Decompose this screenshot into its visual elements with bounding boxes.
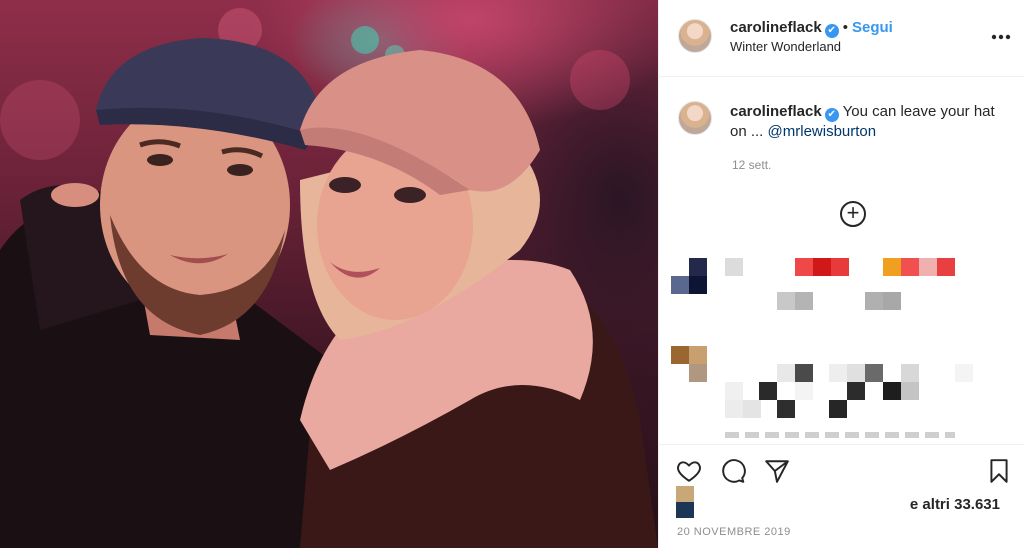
pixel-block [865, 364, 883, 382]
post-photo[interactable] [0, 0, 658, 548]
post-header: carolineflack ✔ • Segui Winter Wonderland [659, 0, 1024, 77]
caption-timestamp[interactable]: 12 sett. [732, 158, 771, 172]
pixel-block [676, 486, 694, 502]
pixel-block [795, 364, 813, 382]
caption-avatar[interactable] [678, 101, 712, 135]
pixel-block [937, 258, 955, 276]
pixel-block [795, 382, 813, 400]
pixel-block [671, 276, 689, 294]
pixel-block [847, 382, 865, 400]
pixel-block [725, 432, 955, 438]
pixel-block [847, 364, 865, 382]
pixel-block [671, 346, 689, 364]
pixel-block [689, 258, 707, 276]
verified-badge-icon: ✔ [824, 24, 839, 38]
pixel-block [955, 364, 973, 382]
pixel-block [671, 258, 689, 276]
pixel-block [689, 346, 707, 364]
separator-dot: • [842, 19, 848, 36]
pixel-block [901, 382, 919, 400]
pixel-block [919, 258, 937, 276]
likes-count[interactable]: e altri 33.631 [910, 496, 1000, 513]
paper-plane-icon[interactable] [764, 458, 792, 486]
more-horizontal-icon[interactable] [991, 24, 1011, 44]
pixel-block [883, 382, 901, 400]
follow-button[interactable]: Segui [852, 19, 893, 36]
pixel-block [883, 258, 901, 276]
heart-icon[interactable] [676, 458, 704, 486]
pixel-block [795, 258, 813, 276]
divider [659, 444, 1024, 445]
mention-link[interactable]: @mrlewisburton [768, 123, 877, 140]
pixel-block [676, 502, 694, 518]
pixel-block [725, 400, 743, 418]
pixel-block [901, 258, 919, 276]
post-sidebar: carolineflack ✔ • Segui Winter Wonderland c… [658, 0, 1024, 548]
pixel-block [795, 292, 813, 310]
pixel-block [743, 400, 761, 418]
pixel-block [813, 258, 831, 276]
caption: carolineflack ✔ You can leave your hat on… [730, 102, 1015, 142]
plus-circle-icon[interactable]: + [840, 201, 866, 227]
avatar[interactable] [678, 19, 712, 53]
pixel-block [831, 258, 849, 276]
pixel-block [777, 364, 795, 382]
pixel-block [777, 292, 795, 310]
pixel-block [883, 292, 901, 310]
bookmark-icon[interactable] [986, 458, 1014, 486]
location-link[interactable]: Winter Wonderland [730, 39, 841, 54]
pixel-block [829, 400, 847, 418]
verified-badge-icon: ✔ [824, 108, 839, 122]
post-date[interactable]: 20 NOVEMBRE 2019 [677, 526, 791, 538]
pixel-block [759, 382, 777, 400]
header-line: carolineflack ✔ • Segui [730, 19, 893, 38]
pixel-block [689, 364, 707, 382]
couple-selfie-image [0, 8, 658, 548]
pixel-block [829, 364, 847, 382]
pixel-block [725, 382, 743, 400]
pixel-block [901, 364, 919, 382]
caption-username-link[interactable]: carolineflack [730, 103, 822, 120]
username-link[interactable]: carolineflack [730, 19, 822, 36]
comment-icon[interactable] [720, 458, 748, 486]
pixel-block [865, 292, 883, 310]
pixel-block [689, 276, 707, 294]
pixel-block [777, 400, 795, 418]
pixel-block [725, 258, 743, 276]
